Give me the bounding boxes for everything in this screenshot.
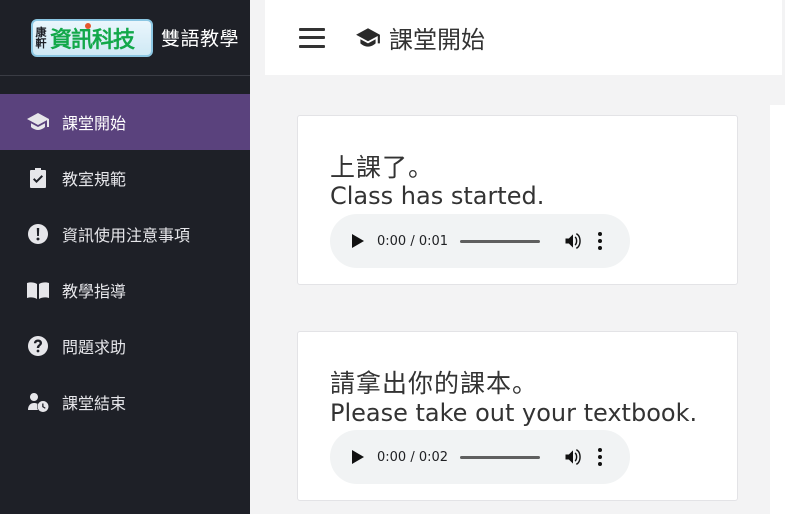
sidebar-item-class-end[interactable]: 課堂結束 (0, 374, 250, 430)
sidebar-item-label: 課堂開始 (62, 114, 127, 133)
audio-player: 0:00 / 0:01 (330, 214, 630, 268)
sidebar-item-teaching-guide[interactable]: 教學指導 (0, 262, 250, 318)
play-icon[interactable] (352, 450, 364, 464)
question-circle-icon (26, 334, 50, 358)
english-phrase: Class has started. (330, 182, 545, 210)
book-open-icon (26, 278, 50, 302)
chinese-phrase: 上課了。 (330, 153, 435, 182)
scroll-gutter (770, 105, 785, 514)
volume-icon[interactable] (563, 231, 583, 251)
page-title: 課堂開始 (355, 20, 485, 55)
clipboard-check-icon (26, 166, 50, 190)
phrase-card: 上課了。 Class has started. 0:00 / 0:01 (297, 115, 738, 285)
logo-dot (85, 22, 91, 29)
page-title-text: 課堂開始 (389, 26, 485, 54)
audio-player: 0:00 / 0:02 (330, 430, 630, 484)
sidebar-nav: 課堂開始 教室規範 資訊使用注意事項 教學指導 問題求助 課堂結束 (0, 94, 250, 430)
exclamation-circle-icon (26, 222, 50, 246)
play-icon[interactable] (352, 234, 364, 248)
hamburger-menu-icon[interactable] (299, 27, 325, 48)
sidebar: 康軒 資訊科技 雙語教學 課堂開始 教室規範 資訊使用注意事項 教學指導 問題求… (0, 0, 250, 514)
logo[interactable]: 康軒 資訊科技 (31, 18, 153, 57)
more-options-icon[interactable] (593, 447, 607, 467)
volume-icon[interactable] (563, 447, 583, 467)
sidebar-item-label: 資訊使用注意事項 (62, 226, 191, 245)
english-phrase: Please take out your textbook. (330, 399, 698, 427)
audio-time: 0:00 / 0:01 (377, 233, 449, 249)
user-clock-icon (26, 390, 50, 414)
sidebar-item-label: 教室規範 (62, 170, 127, 189)
graduation-cap-icon (356, 27, 380, 47)
brand-title: 雙語教學 (161, 28, 240, 50)
chinese-phrase: 請拿出你的課本。 (330, 369, 539, 398)
audio-time: 0:00 / 0:02 (377, 449, 449, 465)
audio-progress-slider[interactable] (460, 455, 540, 459)
sidebar-item-label: 課堂結束 (62, 394, 127, 413)
sidebar-item-label: 問題求助 (62, 338, 127, 357)
sidebar-item-classroom-rules[interactable]: 教室規範 (0, 150, 250, 206)
phrase-card: 請拿出你的課本。 Please take out your textbook. … (297, 331, 738, 501)
graduation-cap-icon (26, 110, 50, 134)
audio-progress-slider[interactable] (460, 239, 540, 243)
sidebar-item-help[interactable]: 問題求助 (0, 318, 250, 374)
logo-small-text: 康軒 (35, 25, 47, 50)
sidebar-item-class-start[interactable]: 課堂開始 (0, 94, 250, 150)
brand: 康軒 資訊科技 雙語教學 (0, 0, 250, 76)
more-options-icon[interactable] (593, 231, 607, 251)
sidebar-item-it-notes[interactable]: 資訊使用注意事項 (0, 206, 250, 262)
logo-main-text: 資訊科技 (50, 27, 135, 53)
top-bar: 課堂開始 (265, 0, 782, 75)
sidebar-item-label: 教學指導 (62, 282, 127, 301)
